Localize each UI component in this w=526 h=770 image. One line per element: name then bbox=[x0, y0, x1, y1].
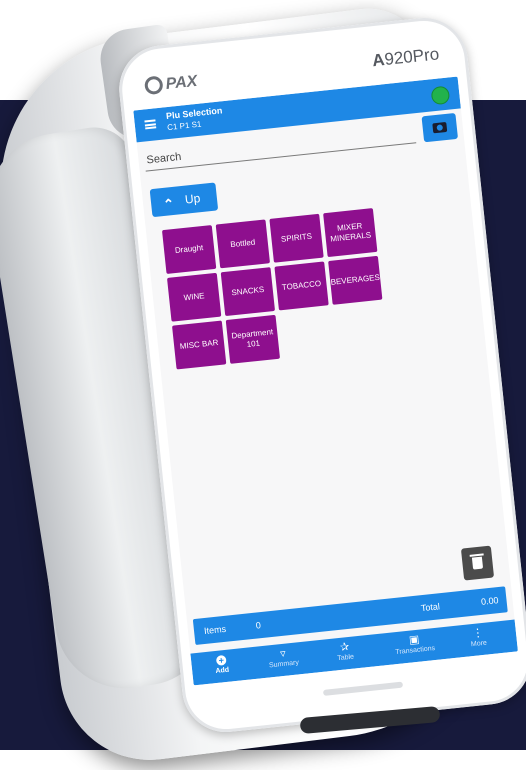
page-subtitle: C1 P1 S1 bbox=[166, 119, 202, 133]
category-button[interactable]: Bottled bbox=[215, 219, 271, 269]
items-count: 0 bbox=[255, 620, 262, 631]
speaker-grille bbox=[322, 681, 404, 696]
items-label: Items bbox=[203, 623, 227, 637]
delete-button[interactable] bbox=[460, 545, 495, 581]
page-title: Plu Selection bbox=[165, 105, 223, 122]
nav-transactions[interactable]: ▣ Transactions bbox=[388, 630, 442, 657]
category-button[interactable]: Draught bbox=[161, 225, 217, 275]
total-label: Total bbox=[420, 601, 441, 614]
model-name: A920Pro bbox=[371, 44, 440, 71]
nav-add[interactable]: + Add bbox=[195, 651, 249, 677]
chevron-up-icon: ⌃ bbox=[162, 195, 175, 212]
category-button[interactable]: SPIRITS bbox=[269, 213, 324, 263]
nav-summary[interactable]: ▿ Summary bbox=[256, 644, 310, 670]
category-button[interactable]: MISC BAR bbox=[172, 320, 227, 370]
category-button[interactable]: Department 101 bbox=[225, 314, 281, 364]
terminal-front: PAX A920Pro Plu Selection C1 P1 S1 ⌃ Up … bbox=[114, 13, 526, 737]
category-button[interactable]: BEVERAGES bbox=[328, 255, 383, 305]
category-button[interactable]: SNACKS bbox=[220, 267, 276, 317]
category-button[interactable]: MIXER MINERALS bbox=[323, 208, 378, 258]
category-button[interactable]: WINE bbox=[166, 272, 222, 322]
nav-add-label: Add bbox=[215, 666, 230, 676]
up-button-label: Up bbox=[184, 191, 201, 207]
status-indicator-icon bbox=[430, 85, 451, 106]
category-button[interactable]: TOBACCO bbox=[274, 261, 329, 311]
pax-logo: PAX bbox=[143, 72, 199, 96]
menu-icon[interactable] bbox=[144, 119, 157, 130]
trash-icon bbox=[471, 556, 484, 570]
up-button[interactable]: ⌃ Up bbox=[149, 182, 219, 218]
brand-name: PAX bbox=[164, 72, 199, 94]
nav-table-label: Table bbox=[336, 653, 355, 663]
total-amount: 0.00 bbox=[480, 595, 500, 607]
camera-button[interactable] bbox=[421, 112, 459, 143]
model-name-rest: 920Pro bbox=[383, 44, 441, 69]
nav-table[interactable]: ✰ Table bbox=[318, 638, 372, 664]
nav-more-label: More bbox=[470, 639, 488, 649]
screen: Plu Selection C1 P1 S1 ⌃ Up Draught Bott… bbox=[133, 76, 518, 686]
nav-more[interactable]: ⋮ More bbox=[451, 624, 505, 650]
pax-logo-icon bbox=[143, 75, 164, 96]
